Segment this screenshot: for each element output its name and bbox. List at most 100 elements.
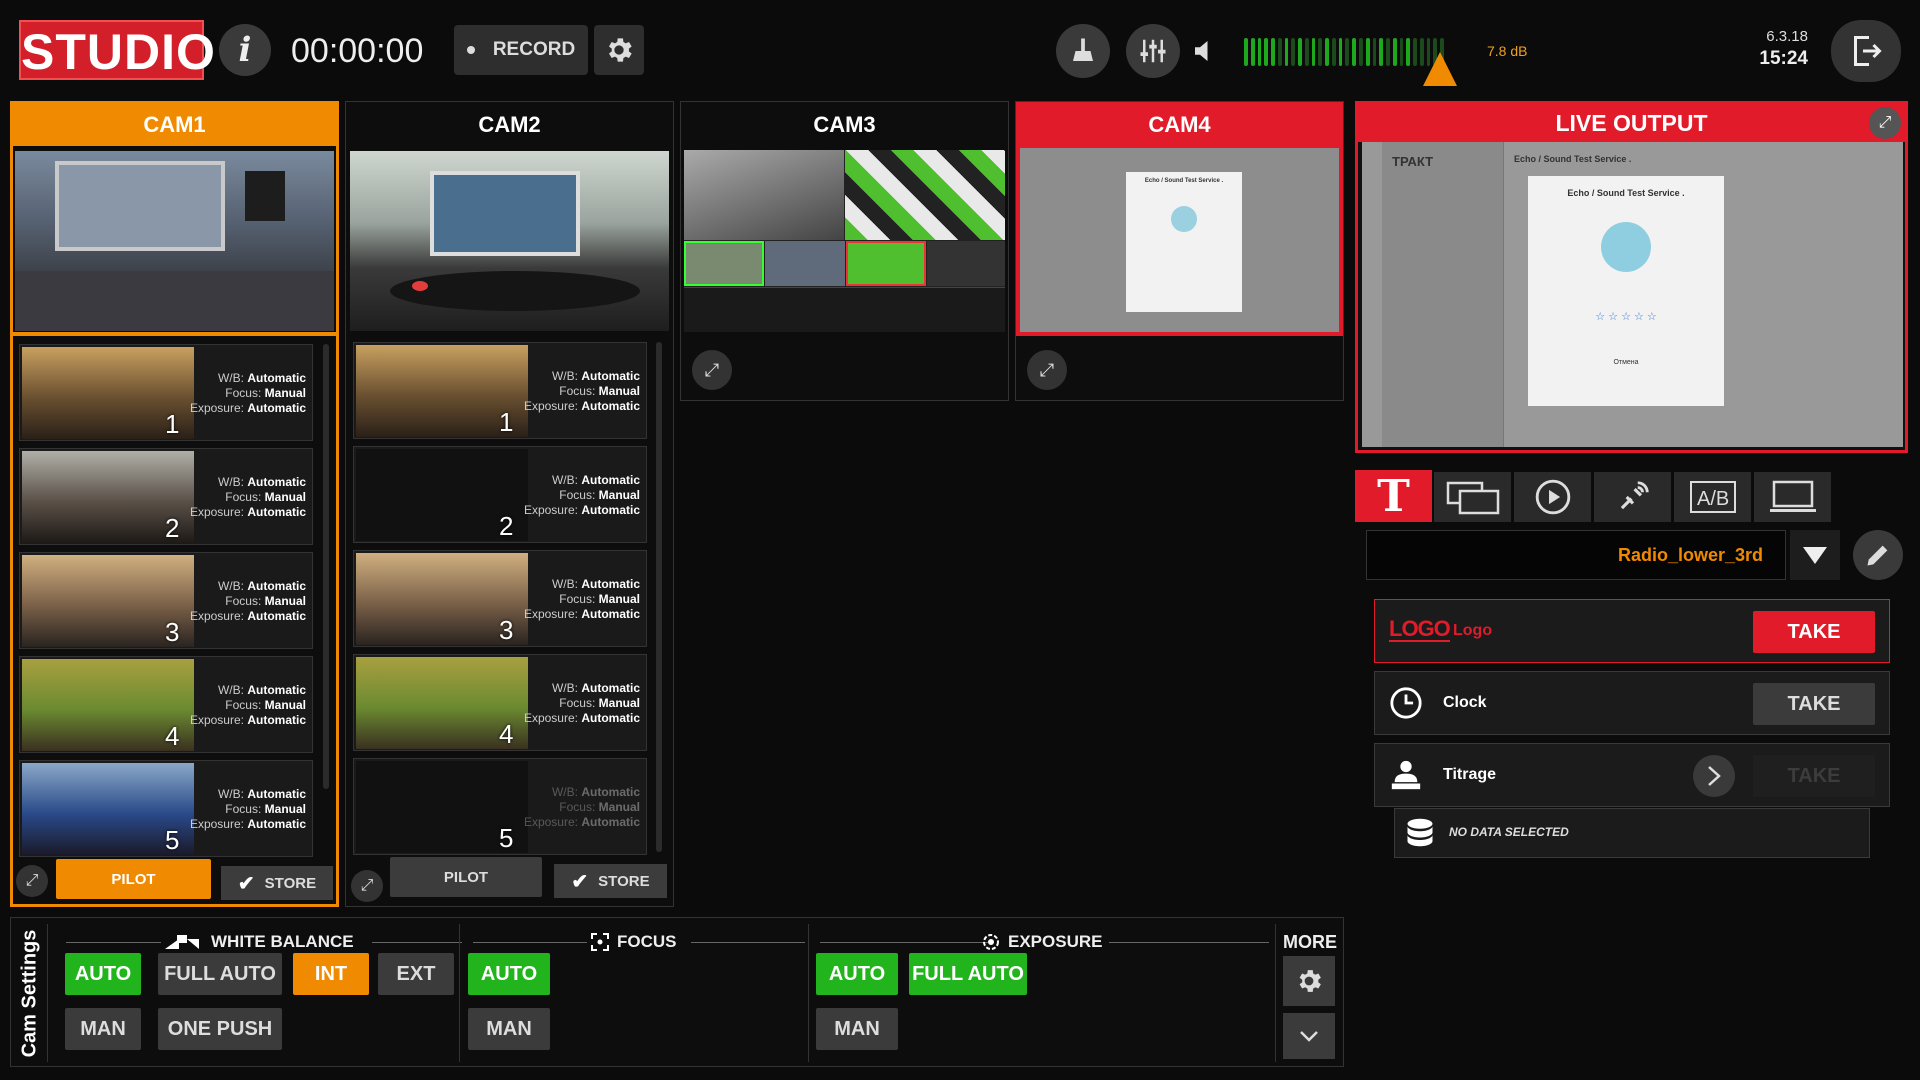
meter-segment xyxy=(1331,38,1336,66)
tab-layout[interactable] xyxy=(1434,472,1511,522)
level-db: 7.8 dB xyxy=(1487,43,1528,59)
tab-ab[interactable]: A/B xyxy=(1674,472,1751,522)
tab-display[interactable] xyxy=(1754,472,1831,522)
white-balance-heading: WHITE BALANCE xyxy=(163,932,354,952)
store-label: STORE xyxy=(264,874,317,892)
take-label: TAKE xyxy=(1787,620,1841,643)
preset-number: 4 xyxy=(499,719,514,749)
preset-settings: W/B: Automatic Focus: Manual Exposure: Aut… xyxy=(523,577,640,621)
cam2-expand-button[interactable]: ⤢ xyxy=(351,870,383,902)
audio-mixer-button[interactable] xyxy=(1126,24,1180,78)
cam4-expand-button[interactable]: ⤢ xyxy=(1027,350,1067,390)
exposure-auto-button[interactable]: AUTO xyxy=(816,953,898,995)
more-settings-button[interactable] xyxy=(1283,956,1335,1006)
preset-number: 5 xyxy=(499,823,514,853)
exit-button[interactable] xyxy=(1831,20,1901,82)
preset-1[interactable]: 1 W/B: Automatic Focus: Manual Exposure: Au… xyxy=(19,344,313,441)
meter-segment xyxy=(1392,38,1397,66)
speaker-icon xyxy=(1195,41,1208,61)
gear-icon xyxy=(609,38,632,62)
cam2-store-button[interactable]: ✔ STORE xyxy=(554,864,667,898)
cam2-preview[interactable] xyxy=(350,151,669,331)
cam3-preview[interactable] xyxy=(684,150,1005,332)
tab-play[interactable] xyxy=(1514,472,1591,522)
cam1-store-button[interactable]: ✔ STORE xyxy=(221,866,333,900)
cam1-pilot-button[interactable]: PILOT xyxy=(56,859,211,899)
info-button[interactable]: i xyxy=(219,24,271,76)
cam4-preview[interactable]: Echo / Sound Test Service . xyxy=(1016,148,1343,336)
preset-settings: W/B: Automatic Focus: Manual Exposure: Aut… xyxy=(189,683,306,727)
cam4-header[interactable]: CAM4 xyxy=(1016,102,1343,148)
divider xyxy=(1275,924,1276,1062)
preset-5[interactable]: 5 W/B: Automatic Focus: Manual Exposure: Au… xyxy=(353,758,647,855)
preset-settings: W/B: Automatic Focus: Manual Exposure: Aut… xyxy=(523,473,640,517)
preset-5[interactable]: 5 W/B: Automatic Focus: Manual Exposure: Au… xyxy=(19,760,313,857)
edit-template-button[interactable] xyxy=(1853,530,1903,580)
preset-number: 4 xyxy=(165,721,180,751)
meter-segment xyxy=(1277,38,1282,66)
preset-2[interactable]: 2 W/B: Automatic Focus: Manual Exposure: Au… xyxy=(353,446,647,543)
meter-segment xyxy=(1298,38,1302,66)
graphics-item-logo[interactable]: LOGO Logo TAKE xyxy=(1374,599,1890,663)
wb-full-auto-button[interactable]: FULL AUTO xyxy=(158,953,282,995)
preset-3[interactable]: 3 W/B: Automatic Focus: Manual Exposure: Au… xyxy=(19,552,313,649)
wb-int-button[interactable]: INT xyxy=(293,953,369,995)
settings-button[interactable] xyxy=(594,25,644,75)
wb-auto-button[interactable]: AUTO xyxy=(65,953,141,995)
cam3-header[interactable]: CAM3 xyxy=(681,102,1008,148)
tab-text[interactable]: T xyxy=(1355,470,1432,522)
template-selector[interactable]: Radio_lower_3rd xyxy=(1366,530,1786,580)
graphics-item-clock[interactable]: Clock TAKE xyxy=(1374,671,1890,735)
meter-segment xyxy=(1264,38,1269,66)
take-clock-button[interactable]: TAKE xyxy=(1753,683,1875,725)
titrage-expand-button[interactable] xyxy=(1693,755,1735,797)
wb-one-push-button[interactable]: ONE PUSH xyxy=(158,1008,282,1050)
graphics-item-label: Titrage xyxy=(1443,766,1497,783)
preset-4[interactable]: 4 W/B: Automatic Focus: Manual Exposure: Au… xyxy=(353,654,647,751)
meter-segment xyxy=(1359,38,1363,66)
preset-4[interactable]: 4 W/B: Automatic Focus: Manual Exposure: Au… xyxy=(19,656,313,753)
preset-3[interactable]: 3 W/B: Automatic Focus: Manual Exposure: Au… xyxy=(353,550,647,647)
cam2-scrollbar[interactable] xyxy=(656,342,662,852)
svg-text:A/B: A/B xyxy=(1697,488,1729,510)
meter-segment xyxy=(1365,38,1370,66)
template-dropdown-button[interactable] xyxy=(1790,530,1840,580)
wb-ext-button[interactable]: EXT xyxy=(378,953,454,995)
cam1-header[interactable]: CAM1 xyxy=(13,104,336,146)
cam2-header[interactable]: CAM2 xyxy=(346,102,673,148)
screen-cancel: Отмена xyxy=(1613,359,1639,366)
exposure-man-button[interactable]: MAN xyxy=(816,1008,898,1050)
preset-1[interactable]: 1 W/B: Automatic Focus: Manual Exposure: Au… xyxy=(353,342,647,439)
preset-number: 1 xyxy=(499,407,514,437)
preset-2[interactable]: 2 W/B: Automatic Focus: Manual Exposure: Au… xyxy=(19,448,313,545)
preset-number: 2 xyxy=(165,513,180,543)
cam1-scrollbar[interactable] xyxy=(323,344,329,789)
logo-icon: LOGO xyxy=(1389,616,1451,642)
meter-segment xyxy=(1399,38,1404,66)
exposure-full-auto-button[interactable]: FULL AUTO xyxy=(909,953,1027,995)
meter-segment xyxy=(1284,38,1289,66)
cam1-expand-button[interactable]: ⤢ xyxy=(16,865,48,897)
display-icon xyxy=(1769,480,1816,512)
focus-man-button[interactable]: MAN xyxy=(468,1008,550,1050)
checkmark-icon: ✔ xyxy=(571,870,589,893)
cam3-expand-button[interactable]: ⤢ xyxy=(692,350,732,390)
take-titrage-button[interactable]: TAKE xyxy=(1753,755,1875,797)
take-logo-button[interactable]: TAKE xyxy=(1753,611,1875,653)
speaker-button[interactable] xyxy=(1190,36,1220,66)
tab-satellite[interactable] xyxy=(1594,472,1671,522)
clear-button[interactable] xyxy=(1056,24,1110,78)
more-expand-button[interactable] xyxy=(1283,1013,1335,1059)
focus-auto-button[interactable]: AUTO xyxy=(468,953,550,995)
meter-segment xyxy=(1257,38,1262,66)
exposure-icon xyxy=(983,934,999,950)
cam1-preview[interactable] xyxy=(15,151,334,331)
preset-settings: W/B: Automatic Focus: Manual Exposure: Aut… xyxy=(523,369,640,413)
graphics-item-titrage[interactable]: Titrage TAKE xyxy=(1374,743,1890,807)
level-marker-icon[interactable] xyxy=(1423,52,1457,86)
cam2-pilot-button[interactable]: PILOT xyxy=(390,857,542,897)
wb-man-button[interactable]: MAN xyxy=(65,1008,141,1050)
record-button[interactable]: RECORD xyxy=(454,25,588,75)
fullscreen-button[interactable]: ⤢ xyxy=(1869,107,1901,139)
cam3-panel: CAM3 ⤢ xyxy=(680,101,1009,401)
